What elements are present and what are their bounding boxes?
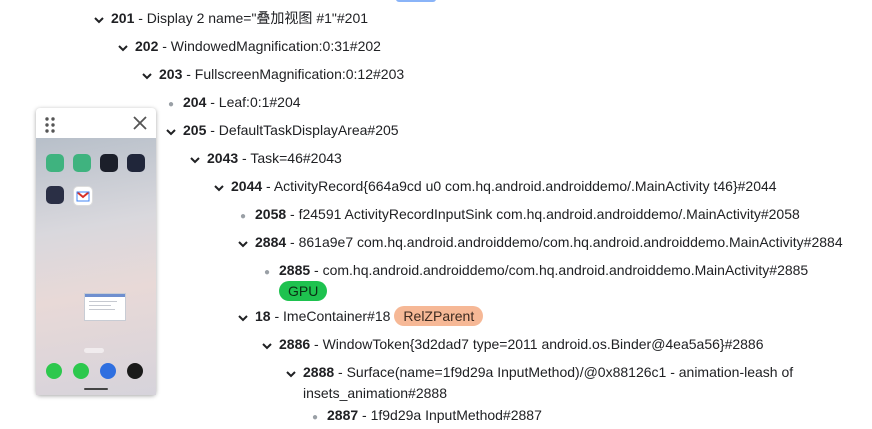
app-icon bbox=[100, 154, 118, 172]
scroll-indicator bbox=[396, 0, 436, 2]
app-window-thumbnail bbox=[84, 293, 126, 321]
leaf-dot-icon: ● bbox=[239, 211, 247, 222]
page-indicator bbox=[84, 348, 104, 353]
browser-icon bbox=[100, 363, 116, 379]
tree-node-2884[interactable]: 2884 - 861a9e7 com.hq.android.androiddem… bbox=[235, 231, 843, 253]
chevron-down-icon[interactable] bbox=[259, 333, 275, 355]
tree-node-2888-continued: insets_animation#2888 bbox=[303, 385, 447, 401]
chevron-down-icon[interactable] bbox=[283, 361, 299, 383]
tree-node-204[interactable]: ● 204 - Leaf:0:1#204 bbox=[163, 91, 301, 116]
tree-node-205[interactable]: 205 - DefaultTaskDisplayArea#205 bbox=[163, 119, 399, 141]
chevron-down-icon[interactable] bbox=[187, 147, 203, 169]
tree-node-2043[interactable]: 2043 - Task=46#2043 bbox=[187, 147, 342, 169]
gpu-badge: GPU bbox=[279, 281, 328, 301]
app-icon bbox=[46, 154, 64, 172]
phone-icon bbox=[46, 363, 62, 379]
display-preview-window[interactable] bbox=[36, 108, 156, 395]
tree-node-2888[interactable]: 2888 - Surface(name=1f9d29a InputMethod)… bbox=[283, 361, 793, 383]
messages-icon bbox=[73, 363, 89, 379]
gpu-tag-row: GPU bbox=[279, 280, 328, 302]
tree-node-201[interactable]: 201 - Display 2 name="叠加视图 #1"#201 bbox=[91, 7, 368, 29]
leaf-dot-icon: ● bbox=[167, 99, 175, 110]
display-screen-thumbnail bbox=[36, 138, 156, 395]
app-icon bbox=[73, 154, 91, 172]
app-icon bbox=[127, 154, 145, 172]
tree-node-2058[interactable]: ● 2058 - f24591 ActivityRecordInputSink c… bbox=[235, 203, 800, 228]
close-icon[interactable] bbox=[132, 115, 148, 136]
tree-node-2886[interactable]: 2886 - WindowToken{3d2dad7 type=2011 and… bbox=[259, 333, 764, 355]
leaf-dot-icon: ● bbox=[263, 267, 271, 278]
app-icon bbox=[46, 186, 64, 204]
tree-node-2044[interactable]: 2044 - ActivityRecord{664a9cd u0 com.hq.… bbox=[211, 175, 777, 197]
home-bar bbox=[84, 388, 108, 390]
camera-icon bbox=[127, 363, 143, 379]
tree-node-2887[interactable]: ● 2887 - 1f9d29a InputMethod#2887 bbox=[307, 404, 542, 429]
chevron-down-icon[interactable] bbox=[115, 35, 131, 57]
gmail-icon bbox=[73, 186, 93, 206]
chevron-down-icon[interactable] bbox=[91, 7, 107, 29]
drag-handle-icon[interactable] bbox=[44, 116, 56, 139]
tree-node-2885[interactable]: ● 2885 - com.hq.android.androiddemo/com.h… bbox=[259, 259, 808, 284]
tree-node-203[interactable]: 203 - FullscreenMagnification:0:12#203 bbox=[139, 63, 404, 85]
chevron-down-icon[interactable] bbox=[211, 175, 227, 197]
chevron-down-icon[interactable] bbox=[235, 305, 251, 327]
leaf-dot-icon: ● bbox=[311, 412, 319, 423]
tree-node-202[interactable]: 202 - WindowedMagnification:0:31#202 bbox=[115, 35, 381, 57]
chevron-down-icon[interactable] bbox=[139, 63, 155, 85]
chevron-down-icon[interactable] bbox=[235, 231, 251, 253]
relzparent-badge: RelZParent bbox=[394, 306, 484, 326]
tree-node-18[interactable]: 18 - ImeContainer#18 RelZParent bbox=[235, 305, 484, 327]
chevron-down-icon[interactable] bbox=[163, 119, 179, 141]
